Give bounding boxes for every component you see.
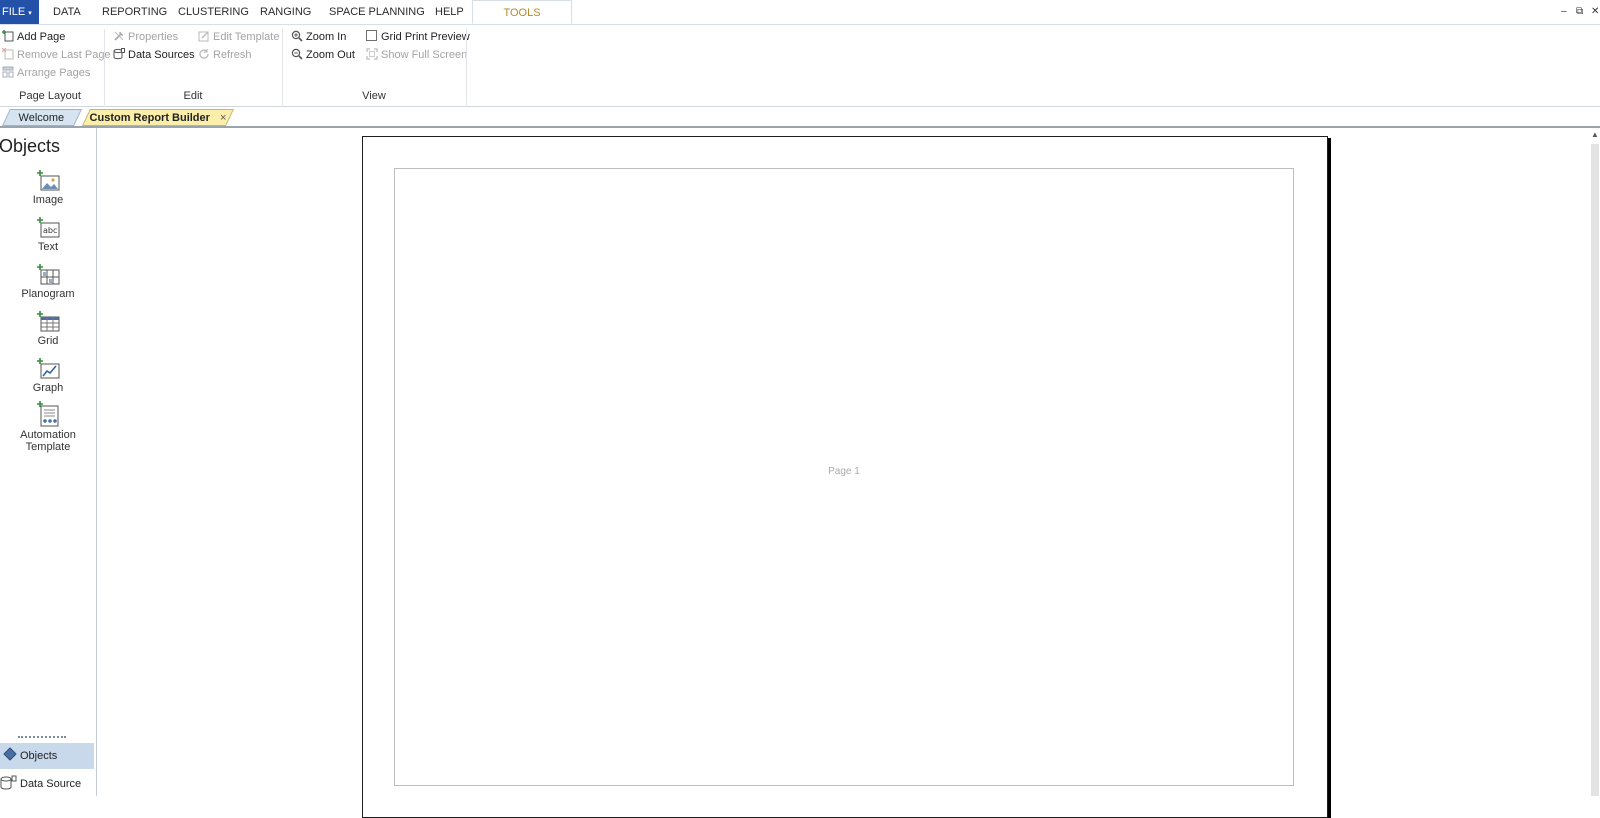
grid-print-preview-label: Grid Print Preview — [381, 31, 470, 43]
full-screen-icon — [366, 48, 378, 60]
menu-tab-reporting[interactable]: REPORTING — [102, 0, 167, 24]
page-label: Page 1 — [828, 466, 860, 477]
object-graph[interactable]: Graph — [0, 358, 96, 394]
remove-last-page-label: Remove Last Page — [17, 49, 111, 61]
arrange-pages-button[interactable]: Arrange Pages — [2, 65, 90, 81]
group-label-view: View — [362, 90, 386, 102]
tab-welcome[interactable]: Welcome — [2, 109, 82, 126]
add-page-icon — [2, 30, 14, 42]
object-planogram-label: Planogram — [21, 288, 75, 300]
object-image-label: Image — [32, 194, 64, 206]
object-text[interactable]: abc Text — [0, 217, 96, 253]
add-automation-template-icon — [37, 401, 59, 427]
group-label-edit: Edit — [183, 90, 203, 102]
nav-objects-label: Objects — [20, 750, 58, 762]
data-sources-label: Data Sources — [128, 49, 195, 61]
document-tab-strip: Welcome Custom Report Builder × — [0, 107, 1600, 128]
scroll-up-icon[interactable]: ▲ — [1591, 130, 1599, 139]
menu-tab-space-planning[interactable]: SPACE PLANNING — [329, 0, 425, 24]
add-graph-icon — [37, 358, 60, 379]
wrench-icon — [114, 31, 124, 41]
refresh-icon — [199, 49, 209, 59]
objects-panel: Objects Image abc Text Planogram Grid Gr… — [0, 128, 97, 796]
refresh-button[interactable]: Refresh — [198, 47, 252, 63]
object-automation-label-line1: Automation — [20, 429, 76, 441]
object-image[interactable]: Image — [0, 170, 96, 206]
objects-cube-icon — [3, 747, 17, 761]
edit-template-button[interactable]: Edit Template — [198, 29, 279, 45]
object-graph-label: Graph — [32, 382, 64, 394]
object-text-label: Text — [37, 241, 59, 253]
edit-template-icon — [198, 31, 209, 42]
menu-tab-clustering[interactable]: CLUSTERING — [178, 0, 249, 24]
add-planogram-icon — [37, 264, 60, 285]
restore-button[interactable]: ⧉ — [1576, 6, 1583, 17]
zoom-in-button[interactable]: Zoom In — [291, 29, 346, 45]
zoom-out-button[interactable]: Zoom Out — [291, 47, 355, 63]
database-icon — [113, 48, 125, 60]
add-text-icon: abc — [37, 217, 60, 238]
report-page[interactable]: Page 1 — [362, 136, 1328, 818]
vertical-scrollbar[interactable]: ▲ — [1590, 128, 1600, 796]
add-grid-icon — [37, 311, 60, 332]
remove-last-page-button[interactable]: Remove Last Page — [2, 47, 111, 63]
zoom-out-label: Zoom Out — [306, 49, 355, 61]
tab-custom-report-builder[interactable]: Custom Report Builder × — [82, 109, 234, 126]
panel-title: Objects — [0, 136, 61, 156]
ribbon: Add Page Remove Last Page Arrange Pages … — [0, 25, 1600, 107]
object-automation-label-line2: Template — [25, 441, 71, 453]
close-button[interactable]: ✕ — [1591, 6, 1599, 17]
report-canvas[interactable]: Page 1 — [98, 128, 1588, 818]
show-full-screen-button[interactable]: Show Full Screen — [366, 47, 467, 63]
remove-page-icon — [2, 48, 14, 60]
group-label-page-layout: Page Layout — [19, 90, 81, 102]
menu-tab-help[interactable]: HELP — [435, 0, 464, 24]
nav-data-source-label: Data Source — [20, 778, 82, 790]
chevron-down-icon: ▾ — [28, 10, 32, 17]
object-grid[interactable]: Grid — [0, 311, 96, 347]
close-tab-icon[interactable]: × — [220, 110, 226, 127]
edit-template-label: Edit Template — [213, 31, 280, 43]
object-planogram[interactable]: Planogram — [0, 264, 96, 300]
add-page-button[interactable]: Add Page — [2, 29, 65, 45]
menu-tab-data[interactable]: DATA — [53, 0, 81, 24]
minimize-button[interactable]: – — [1561, 6, 1567, 17]
properties-button[interactable]: Properties — [113, 29, 178, 45]
zoom-in-icon — [291, 30, 303, 42]
add-page-label: Add Page — [17, 31, 66, 43]
refresh-label: Refresh — [213, 49, 252, 61]
menu-file[interactable]: FILE ▾ — [0, 0, 39, 24]
scrollbar-thumb[interactable] — [1591, 144, 1599, 796]
tab-custom-report-builder-label: Custom Report Builder — [89, 112, 210, 124]
zoom-in-label: Zoom In — [306, 31, 347, 43]
tab-welcome-label: Welcome — [18, 112, 65, 124]
panel-resize-grip[interactable] — [18, 736, 66, 741]
menu-tab-tools[interactable]: TOOLS — [472, 0, 572, 24]
menu-bar: FILE ▾ DATA REPORTING CLUSTERING RANGING… — [0, 0, 1600, 25]
page-content-area[interactable]: Page 1 — [394, 168, 1294, 786]
group-separator — [466, 29, 467, 105]
nav-objects[interactable]: Objects — [0, 743, 94, 769]
show-full-screen-label: Show Full Screen — [381, 49, 468, 61]
object-automation-template[interactable]: Automation Template — [0, 401, 96, 453]
data-source-icon — [0, 775, 17, 790]
nav-data-source[interactable]: Data Source — [0, 771, 94, 797]
arrange-pages-icon — [2, 66, 14, 78]
object-grid-label: Grid — [37, 335, 59, 347]
zoom-out-icon — [291, 48, 303, 60]
checkbox-unchecked-icon — [366, 30, 377, 41]
menu-file-label: FILE — [2, 6, 26, 18]
menu-tab-ranging[interactable]: RANGING — [260, 0, 311, 24]
properties-label: Properties — [128, 31, 179, 43]
svg-text:abc: abc — [43, 226, 57, 235]
arrange-pages-label: Arrange Pages — [17, 67, 91, 79]
grid-print-preview-checkbox[interactable]: Grid Print Preview — [366, 29, 470, 45]
add-image-icon — [37, 170, 60, 191]
data-sources-button[interactable]: Data Sources — [113, 47, 195, 63]
